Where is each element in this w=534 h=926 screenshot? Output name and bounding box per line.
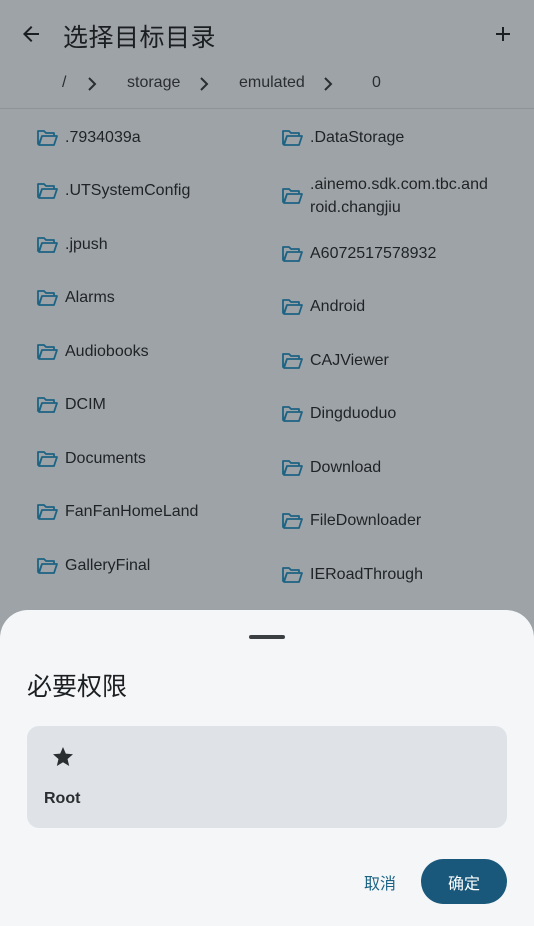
folder-open-icon <box>282 188 303 204</box>
breadcrumb-item-0[interactable]: 0 <box>372 74 381 92</box>
folder-item[interactable]: CAJViewer <box>281 349 389 372</box>
folder-open-icon <box>37 236 58 253</box>
folder-name: .DataStorage <box>310 129 405 146</box>
folder-name: DCIM <box>65 396 106 413</box>
folder-open-icon <box>37 503 58 520</box>
cancel-button[interactable]: 取消 <box>350 859 410 905</box>
folder-item[interactable]: A6072517578932 <box>281 242 436 265</box>
folder-item[interactable]: .ainemo.sdk.com.tbc.and roid.changjiu <box>281 173 488 219</box>
breadcrumb-item-storage[interactable]: storage <box>127 74 180 92</box>
folder-open-icon <box>37 182 58 199</box>
page-title: 选择目标目录 <box>63 24 217 52</box>
folder-open-icon <box>282 129 303 146</box>
drag-handle[interactable] <box>249 635 285 639</box>
folder-open-icon <box>282 512 303 529</box>
chevron-right-icon <box>88 77 97 91</box>
arrow-back-icon <box>23 26 39 42</box>
folder-item[interactable]: .DataStorage <box>281 126 404 149</box>
folder-item[interactable]: .jpush <box>36 233 108 256</box>
folder-name: A6072517578932 <box>310 245 437 262</box>
folder-name: GalleryFinal <box>65 557 151 574</box>
folder-open-icon <box>282 405 303 422</box>
folder-open-icon <box>37 129 58 146</box>
chevron-right-icon <box>324 77 333 91</box>
folder-item[interactable]: Alarms <box>36 286 115 309</box>
breadcrumb: / storage emulated 0 <box>0 66 534 108</box>
folder-name: Documents <box>65 450 146 467</box>
folder-item[interactable]: Documents <box>36 447 146 470</box>
folder-name: Alarms <box>65 289 115 306</box>
folder-item[interactable]: Dingduoduo <box>281 402 396 425</box>
folder-open-icon <box>282 566 303 583</box>
folder-open-icon <box>282 352 303 369</box>
folder-item[interactable]: DCIM <box>36 393 106 416</box>
folder-name: Android <box>310 298 366 315</box>
folder-open-icon <box>282 245 303 262</box>
back-button[interactable] <box>14 17 48 51</box>
folder-item[interactable]: GalleryFinal <box>36 554 150 577</box>
star-icon <box>53 747 73 766</box>
folder-open-icon <box>282 459 303 476</box>
folder-name: .7934039a <box>65 129 141 146</box>
sheet-title: 必要权限 <box>27 673 128 701</box>
folder-name: .jpush <box>65 236 108 253</box>
folder-open-icon <box>37 450 58 467</box>
permission-label: Root <box>44 790 81 807</box>
app-bar: 选择目标目录 <box>0 0 534 66</box>
breadcrumb-item-root[interactable]: / <box>62 74 66 92</box>
folder-item[interactable]: IERoadThrough <box>281 563 423 586</box>
folder-name: FanFanHomeLand <box>65 503 199 520</box>
folder-open-icon <box>37 557 58 574</box>
folder-name: .UTSystemConfig <box>65 182 191 199</box>
add-icon <box>496 27 510 41</box>
folder-name: Download <box>310 459 382 476</box>
divider <box>0 108 534 109</box>
folder-open-icon <box>37 289 58 306</box>
folder-open-icon <box>37 343 58 360</box>
folder-open-icon <box>282 298 303 315</box>
folder-item[interactable]: .UTSystemConfig <box>36 179 190 202</box>
folder-name: Audiobooks <box>65 343 149 360</box>
folder-item[interactable]: Audiobooks <box>36 340 149 363</box>
folder-name: CAJViewer <box>310 352 389 369</box>
folder-item[interactable]: FanFanHomeLand <box>36 500 198 523</box>
folder-name: FileDownloader <box>310 512 422 529</box>
folder-open-icon <box>37 396 58 413</box>
folder-item[interactable]: Android <box>281 295 365 318</box>
permission-card-root[interactable]: Root <box>27 726 507 828</box>
folder-item[interactable]: FileDownloader <box>281 509 421 532</box>
folder-name: Dingduoduo <box>310 405 397 422</box>
folder-name: .ainemo.sdk.com.tbc.and roid.changjiu <box>310 176 488 216</box>
confirm-button[interactable]: 确定 <box>421 859 507 904</box>
folder-name: IERoadThrough <box>310 566 423 583</box>
folder-item[interactable]: Download <box>281 456 381 479</box>
breadcrumb-item-emulated[interactable]: emulated <box>239 74 305 92</box>
chevron-right-icon <box>200 77 209 91</box>
permission-bottom-sheet: 必要权限 Root 取消 确定 <box>0 610 534 926</box>
folder-item[interactable]: .7934039a <box>36 126 141 149</box>
add-folder-button[interactable] <box>486 17 520 51</box>
